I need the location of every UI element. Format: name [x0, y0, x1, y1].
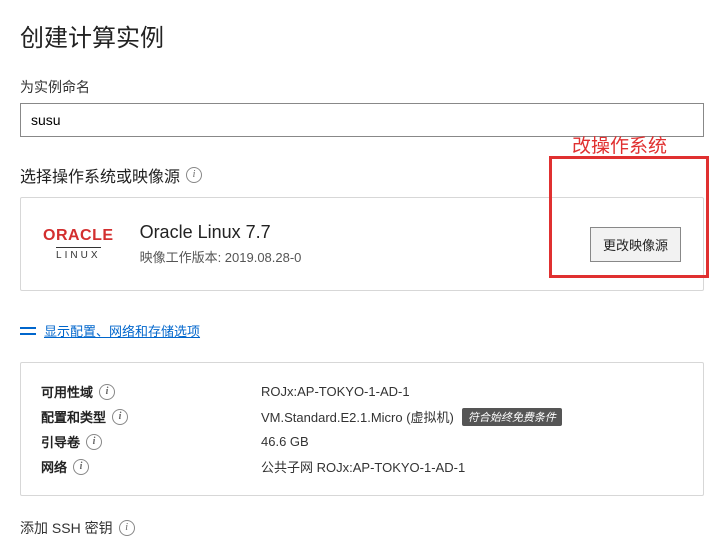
- os-card: ORACLE LINUX Oracle Linux 7.7 映像工作版本: 20…: [20, 197, 704, 291]
- ssh-section-label: 添加 SSH 密钥: [20, 518, 113, 538]
- config-key-availability: 可用性域: [41, 382, 93, 401]
- config-val-bootvol: 46.6 GB: [261, 434, 309, 449]
- config-val-shape: VM.Standard.E2.1.Micro (虚拟机): [261, 407, 454, 426]
- os-name: Oracle Linux 7.7: [140, 222, 302, 243]
- name-label: 为实例命名: [20, 77, 704, 97]
- info-icon[interactable]: i: [86, 434, 102, 450]
- config-summary-card: 可用性域 i ROJx:AP-TOKYO-1-AD-1 配置和类型 i VM.S…: [20, 362, 704, 496]
- always-free-badge: 符合始终免费条件: [462, 408, 562, 426]
- config-row-bootvol: 引导卷 i 46.6 GB: [41, 429, 683, 454]
- info-icon[interactable]: i: [186, 167, 202, 183]
- config-row-shape: 配置和类型 i VM.Standard.E2.1.Micro (虚拟机) 符合始…: [41, 404, 683, 429]
- info-icon[interactable]: i: [73, 459, 89, 475]
- os-section-label: 选择操作系统或映像源: [20, 163, 180, 187]
- config-key-network: 网络: [41, 457, 67, 476]
- info-icon[interactable]: i: [119, 520, 135, 536]
- config-val-network: 公共子网 ROJx:AP-TOKYO-1-AD-1: [261, 457, 465, 476]
- change-image-button[interactable]: 更改映像源: [590, 227, 681, 262]
- info-icon[interactable]: i: [112, 409, 128, 425]
- show-options-label: 显示配置、网络和存储选项: [44, 321, 200, 340]
- show-options-link[interactable]: 显示配置、网络和存储选项: [20, 321, 704, 340]
- config-key-shape: 配置和类型: [41, 407, 106, 426]
- config-val-availability: ROJx:AP-TOKYO-1-AD-1: [261, 384, 410, 399]
- oracle-linux-logo: ORACLE LINUX: [43, 227, 114, 261]
- config-key-bootvol: 引导卷: [41, 432, 80, 451]
- sliders-icon: [20, 325, 36, 337]
- page-title: 创建计算实例: [20, 18, 704, 53]
- config-row-availability: 可用性域 i ROJx:AP-TOKYO-1-AD-1: [41, 379, 683, 404]
- os-version: 映像工作版本: 2019.08.28-0: [140, 247, 302, 266]
- info-icon[interactable]: i: [99, 384, 115, 400]
- instance-name-input[interactable]: [20, 103, 704, 137]
- config-row-network: 网络 i 公共子网 ROJx:AP-TOKYO-1-AD-1: [41, 454, 683, 479]
